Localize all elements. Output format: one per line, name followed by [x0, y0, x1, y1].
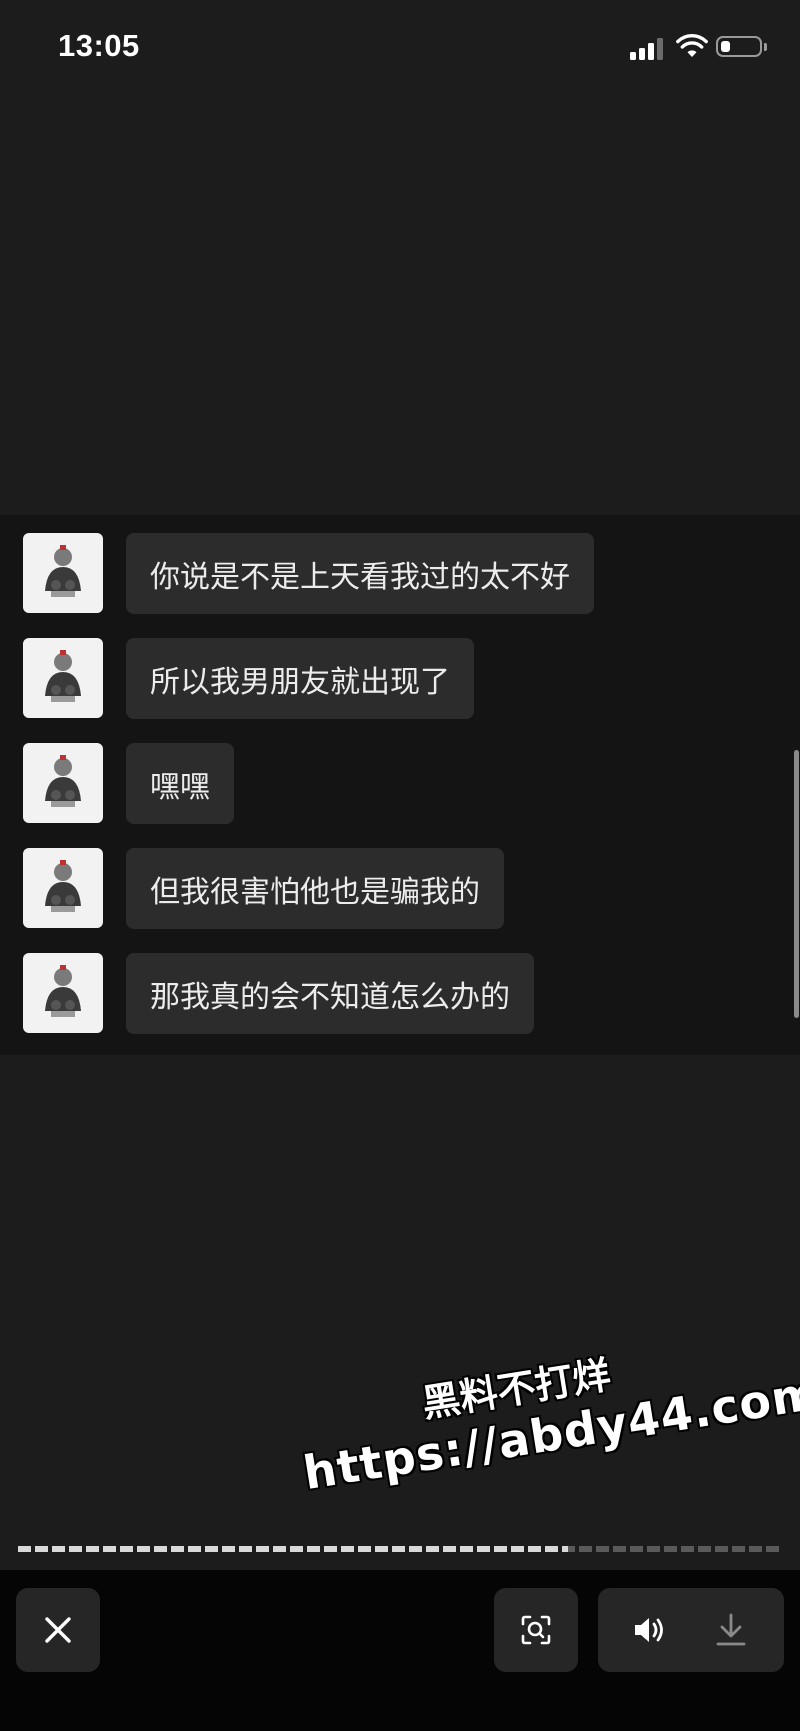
- close-icon: [45, 1617, 71, 1643]
- watermark: 黑料不打烊 https://abdy44.com: [291, 1318, 800, 1541]
- message-row: 你说是不是上天看我过的太不好: [0, 533, 800, 615]
- message-row: 嘿嘿: [0, 743, 800, 825]
- playback-progress-track[interactable]: [18, 1546, 782, 1552]
- message-bubble[interactable]: 你说是不是上天看我过的太不好: [126, 533, 594, 614]
- chat-panel: 你说是不是上天看我过的太不好 所以我男朋友就出现了 嘿嘿 但我很害怕他也是骗我的…: [0, 515, 800, 1055]
- message-row: 那我真的会不知道怎么办的: [0, 953, 800, 1035]
- message-bubble[interactable]: 所以我男朋友就出现了: [126, 638, 474, 719]
- avatar[interactable]: [23, 743, 103, 823]
- battery-cap: [764, 43, 767, 51]
- speaker-button[interactable]: [632, 1614, 668, 1646]
- download-icon: [716, 1613, 746, 1646]
- download-button[interactable]: [714, 1612, 748, 1648]
- message-bubble[interactable]: 嘿嘿: [126, 743, 234, 824]
- scroll-indicator[interactable]: [794, 750, 799, 1018]
- media-control-group: [598, 1588, 784, 1672]
- cellular-signal-icon: [630, 36, 666, 60]
- scan-button[interactable]: [494, 1588, 578, 1672]
- bottom-control-bar: [0, 1570, 800, 1731]
- avatar[interactable]: [23, 848, 103, 928]
- message-bubble[interactable]: 但我很害怕他也是骗我的: [126, 848, 504, 929]
- battery-icon: [716, 36, 762, 57]
- speaker-icon: [635, 1618, 663, 1642]
- status-time: 13:05: [58, 28, 140, 63]
- playback-progress-fill: [18, 1546, 569, 1552]
- avatar[interactable]: [23, 533, 103, 613]
- status-bar: 13:05: [0, 0, 800, 100]
- wifi-icon: [676, 34, 708, 57]
- message-row: 所以我男朋友就出现了: [0, 638, 800, 720]
- message-row: 但我很害怕他也是骗我的: [0, 848, 800, 930]
- avatar[interactable]: [23, 638, 103, 718]
- message-bubble[interactable]: 那我真的会不知道怎么办的: [126, 953, 534, 1034]
- close-button[interactable]: [16, 1588, 100, 1672]
- avatar[interactable]: [23, 953, 103, 1033]
- scan-icon: [521, 1615, 551, 1645]
